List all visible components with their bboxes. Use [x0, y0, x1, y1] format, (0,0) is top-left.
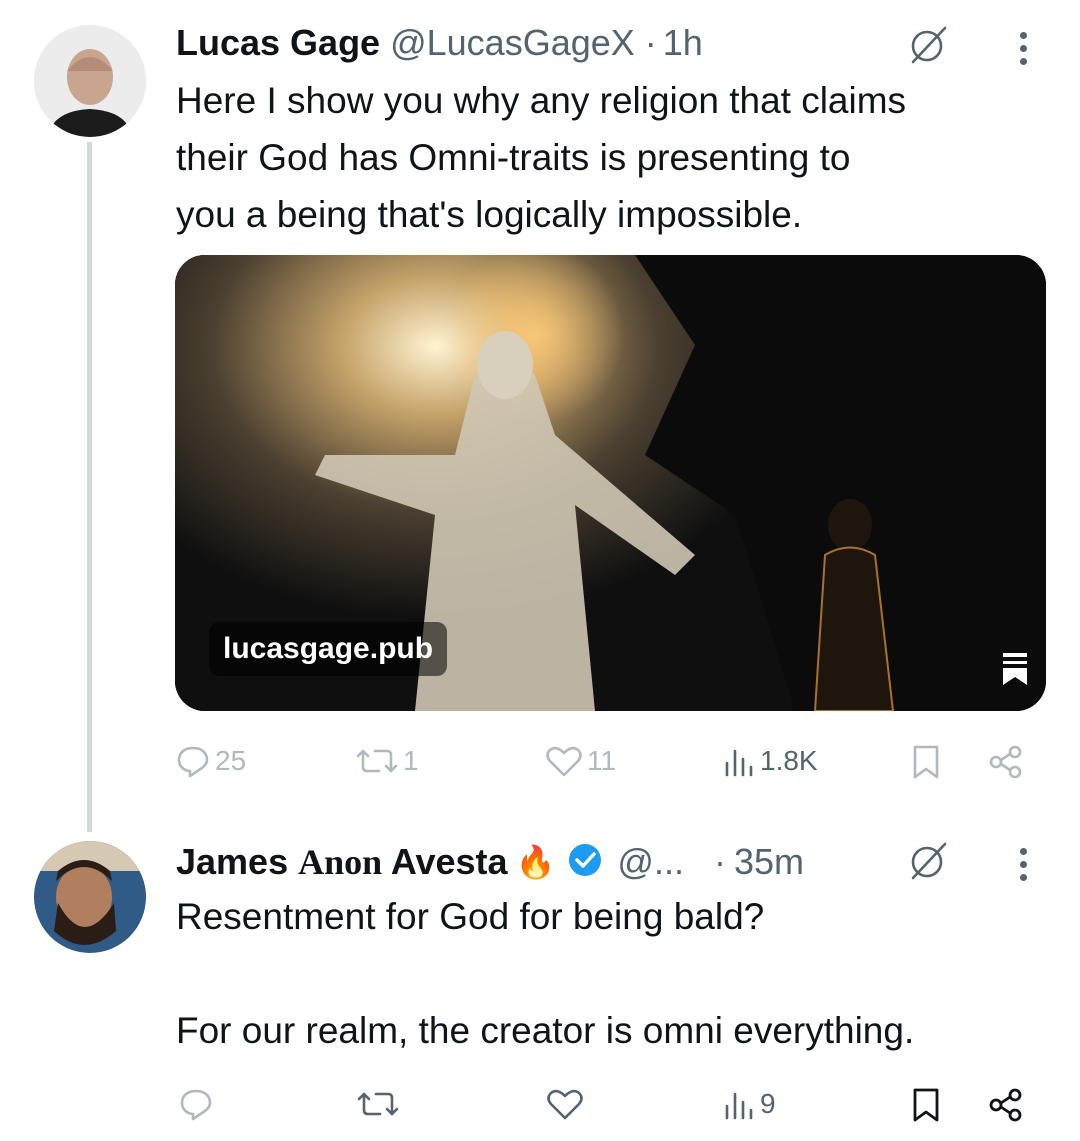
tweet-text: Resentment for God for being bald? For o…: [176, 888, 1056, 1059]
tweet-header: Lucas Gage @LucasGageX · 1h: [176, 22, 703, 66]
tweet-text-line: their God has Omni-traits is presenting …: [176, 137, 851, 178]
avatar[interactable]: [34, 25, 146, 137]
views-icon: [725, 749, 753, 777]
more-options-icon[interactable]: [1020, 848, 1028, 887]
reply-icon: [180, 1089, 212, 1121]
author-name-middle: Anon: [298, 842, 383, 882]
tweet-text-line: For our realm, the creator is omni every…: [176, 1010, 915, 1051]
bookmark-icon[interactable]: [908, 743, 944, 786]
author-handle[interactable]: @LucasGageX: [390, 22, 635, 64]
repost-button[interactable]: 1: [355, 743, 419, 779]
link-domain-chip[interactable]: lucasgage.pub: [209, 622, 448, 676]
repost-icon: [356, 749, 398, 773]
author-name-last: Avesta: [382, 841, 508, 882]
tweet-text: Here I show you why any religion that cl…: [176, 72, 1056, 243]
tweet-header: James Anon Avesta 🔥 @... · 35m: [176, 840, 804, 884]
more-options-icon[interactable]: [1020, 32, 1028, 71]
author-name-first: James: [176, 841, 299, 882]
thread-line: [87, 142, 92, 832]
share-icon[interactable]: [986, 743, 1026, 786]
repost-icon: [357, 1092, 399, 1116]
views-button[interactable]: 1.8K: [722, 743, 818, 779]
author-handle[interactable]: @...: [617, 841, 684, 883]
tweet-time[interactable]: 1h: [663, 22, 703, 64]
views-count: 1.8K: [760, 745, 818, 776]
verified-badge-icon: [567, 842, 603, 883]
article-icon: [1002, 652, 1028, 691]
meta-separator: ·: [644, 22, 657, 63]
tweet-text-line: [176, 945, 1056, 1002]
author-name[interactable]: James Anon Avesta: [176, 841, 508, 883]
reply-button[interactable]: 25: [175, 743, 246, 779]
tweet-text-line: Here I show you why any religion that cl…: [176, 80, 907, 121]
like-count: 11: [587, 745, 617, 776]
fire-emoji: 🔥: [515, 844, 556, 880]
like-button[interactable]: [546, 1086, 584, 1122]
tweet-time[interactable]: 35m: [734, 841, 804, 883]
views-count: 9: [760, 1088, 776, 1119]
like-icon: [547, 1089, 583, 1120]
tweet-text-line: you a being that's logically impossible.: [176, 194, 803, 235]
views-icon: [725, 1092, 753, 1120]
reply-count: 25: [215, 745, 247, 776]
repost-count: 1: [403, 745, 419, 776]
author-name[interactable]: Lucas Gage: [176, 22, 380, 64]
meta-separator: ·: [713, 841, 726, 882]
share-icon[interactable]: [986, 1086, 1026, 1129]
grok-icon[interactable]: [905, 838, 951, 889]
link-card-image[interactable]: lucasgage.pub: [175, 255, 1046, 711]
reply-icon: [177, 746, 209, 778]
repost-button[interactable]: [356, 1086, 400, 1122]
like-icon: [546, 746, 582, 777]
reply-button[interactable]: [178, 1086, 214, 1122]
grok-icon[interactable]: [905, 22, 951, 73]
tweet-text-line: Resentment for God for being bald?: [176, 896, 765, 937]
like-button[interactable]: 11: [545, 743, 616, 779]
bookmark-icon[interactable]: [908, 1086, 944, 1129]
views-button[interactable]: 9: [722, 1086, 776, 1122]
avatar[interactable]: [34, 841, 146, 953]
